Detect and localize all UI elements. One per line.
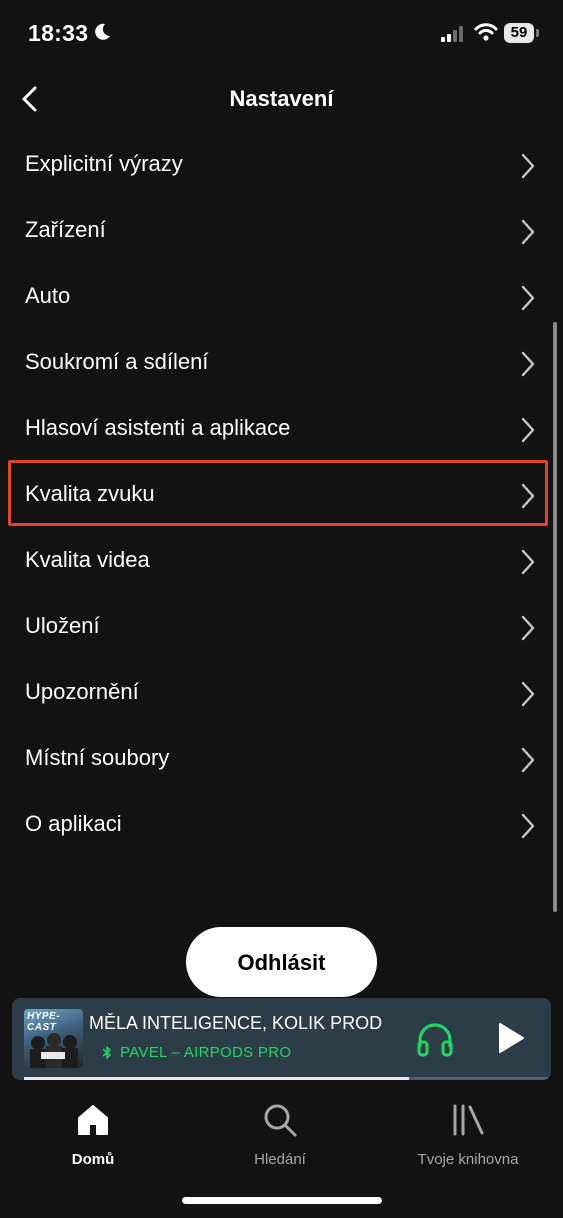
settings-item-label: Soukromí a sdílení: [25, 349, 209, 374]
cellular-signal-icon: [441, 26, 465, 47]
mini-player[interactable]: HYPE-CAST MĚLA INTELIGENCE, KOLIK PROD P…: [12, 998, 551, 1080]
home-icon: [78, 1105, 108, 1135]
progress-fill: [24, 1077, 409, 1080]
settings-item-audio-quality[interactable]: Kvalita zvuku: [0, 462, 563, 528]
playback-progress: [24, 1077, 551, 1080]
settings-item-voice-assistants[interactable]: Hlasoví asistenti a aplikace: [0, 396, 563, 462]
chevron-right-icon: [519, 747, 537, 778]
status-time: 18:33: [28, 20, 89, 46]
track-title: MĚLA INTELIGENCE, KOLIK PROD: [89, 1013, 383, 1033]
logout-button[interactable]: Odhlásit: [186, 927, 377, 997]
settings-item-label: Upozornění: [25, 679, 139, 704]
settings-item-label: Místní soubory: [25, 745, 170, 770]
library-icon: [453, 1104, 484, 1136]
tab-label: Hledání: [254, 1151, 306, 1168]
chevron-right-icon: [519, 153, 537, 184]
settings-item-label: Explicitní výrazy: [25, 151, 183, 176]
chevron-right-icon: [519, 285, 537, 316]
settings-item-privacy-social[interactable]: Soukromí a sdílení: [0, 330, 563, 396]
chevron-right-icon: [519, 417, 537, 448]
tab-search[interactable]: Hledání: [200, 1102, 360, 1168]
search-icon: [264, 1104, 297, 1137]
settings-item-label: Uložení: [25, 613, 100, 638]
settings-item-label: Kvalita videa: [25, 547, 150, 572]
settings-list: Explicitní výrazy Zařízení Auto Soukromí…: [0, 132, 563, 858]
scrollbar[interactable]: [553, 322, 557, 912]
tab-library[interactable]: Tvoje knihovna: [388, 1102, 548, 1168]
settings-item-about[interactable]: O aplikaci: [0, 792, 563, 858]
settings-item-local-files[interactable]: Místní soubory: [0, 726, 563, 792]
chevron-right-icon: [519, 483, 537, 514]
settings-item-label: Hlasoví asistenti a aplikace: [25, 415, 291, 440]
settings-item-car[interactable]: Auto: [0, 264, 563, 330]
nav-header: Nastavení: [0, 66, 563, 132]
chevron-right-icon: [519, 351, 537, 382]
settings-item-label: O aplikaci: [25, 811, 122, 836]
status-bar: 18:33 59: [0, 0, 563, 70]
settings-item-label: Kvalita zvuku: [25, 481, 155, 506]
connected-device[interactable]: PAVEL – AIRPODS PRO: [102, 1044, 291, 1061]
chevron-right-icon: [519, 615, 537, 646]
settings-item-storage[interactable]: Uložení: [0, 594, 563, 660]
headphones-icon[interactable]: [415, 1020, 455, 1063]
device-label: PAVEL – AIRPODS PRO: [120, 1044, 292, 1061]
battery-icon: 59: [504, 23, 539, 43]
settings-item-explicit-content[interactable]: Explicitní výrazy: [0, 132, 563, 198]
chevron-right-icon: [519, 813, 537, 844]
settings-item-notifications[interactable]: Upozornění: [0, 660, 563, 726]
tab-label: Domů: [71, 1151, 115, 1168]
page-title: Nastavení: [229, 86, 334, 111]
wifi-icon: [474, 22, 498, 47]
settings-item-label: Zařízení: [25, 217, 106, 242]
battery-cap: [536, 29, 539, 37]
play-button[interactable]: [496, 1022, 526, 1059]
play-icon: [499, 1023, 524, 1053]
settings-item-video-quality[interactable]: Kvalita videa: [0, 528, 563, 594]
settings-item-label: Auto: [25, 283, 71, 308]
settings-item-devices[interactable]: Zařízení: [0, 198, 563, 264]
bluetooth-icon: [102, 1046, 111, 1059]
battery-level: 59: [504, 23, 534, 43]
do-not-disturb-icon: [92, 22, 112, 47]
chevron-right-icon: [519, 549, 537, 580]
album-cover: HYPE-CAST: [24, 1009, 83, 1068]
tab-label: Tvoje knihovna: [417, 1151, 519, 1168]
home-indicator: [182, 1197, 382, 1204]
chevron-right-icon: [519, 219, 537, 250]
tab-home[interactable]: Domů: [13, 1102, 173, 1168]
chevron-right-icon: [519, 681, 537, 712]
